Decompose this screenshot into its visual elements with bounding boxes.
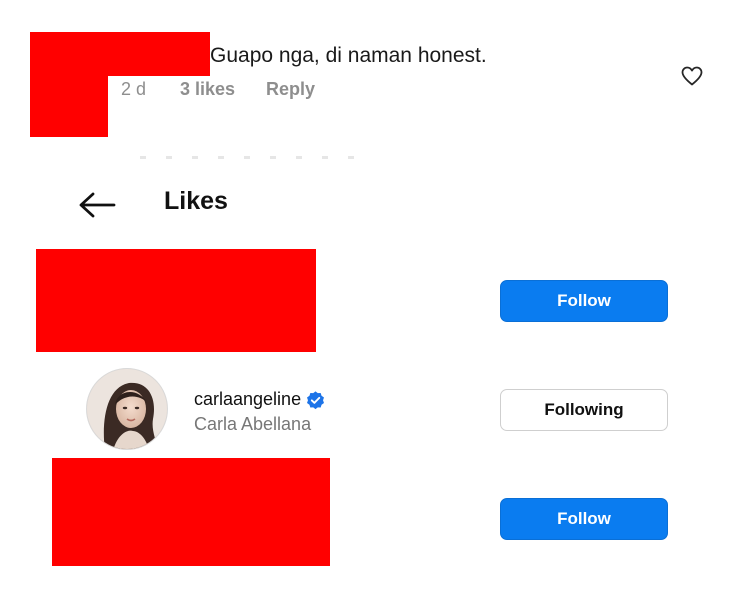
comment-likes-link[interactable]: 3 likes — [180, 79, 235, 100]
redaction-block — [30, 76, 108, 137]
heart-icon[interactable] — [680, 64, 704, 88]
reply-button[interactable]: Reply — [266, 79, 315, 100]
avatar[interactable] — [86, 368, 168, 450]
verified-badge-icon — [307, 391, 324, 410]
redaction-block — [52, 458, 330, 566]
comment-timestamp: 2 d — [121, 79, 147, 99]
comment-text: Guapo nga, di naman honest. — [210, 44, 487, 67]
redaction-block — [36, 249, 316, 352]
redaction-block — [30, 32, 210, 76]
back-arrow-icon[interactable] — [78, 190, 116, 220]
follow-button[interactable]: Follow — [500, 498, 668, 540]
follow-button[interactable]: Follow — [500, 280, 668, 322]
username[interactable]: carlaangeline — [194, 389, 301, 410]
divider — [140, 156, 370, 159]
following-button[interactable]: Following — [500, 389, 668, 431]
avatar-image — [87, 369, 167, 449]
page-title: Likes — [164, 187, 228, 215]
full-name: Carla Abellana — [194, 414, 312, 434]
